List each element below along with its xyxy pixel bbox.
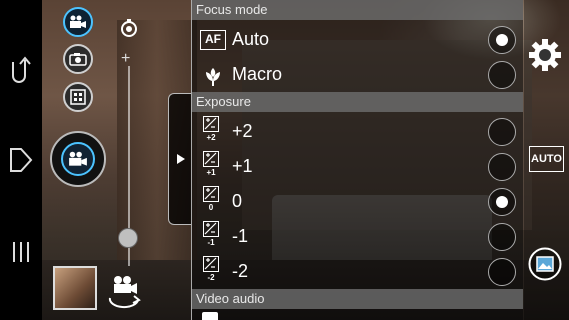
switch-camera-icon[interactable]: [106, 274, 146, 310]
navigation-bar: [0, 0, 42, 320]
radio-unselected[interactable]: [488, 61, 516, 89]
af-icon: AF: [200, 27, 226, 53]
panorama-mode-button[interactable]: [63, 82, 93, 112]
focus-option-label: Auto: [232, 29, 270, 49]
video-audio-option-icon: [202, 312, 218, 320]
exposure-option[interactable]: -1 -1: [192, 219, 523, 254]
panorama-icon: [70, 89, 86, 105]
video-camera-icon: [70, 15, 86, 28]
exposure-option[interactable]: +1 +1: [192, 149, 523, 184]
exposure-option-label: 0: [232, 191, 243, 211]
exposure-option-label: +2: [232, 121, 253, 141]
radio-unselected[interactable]: [488, 258, 516, 286]
exposure-option-label: -2: [232, 261, 249, 281]
exposure-icon: 0: [201, 186, 225, 216]
shutter-icon: [61, 142, 95, 176]
exposure-option-label: +1: [232, 156, 253, 176]
radio-unselected[interactable]: [488, 223, 516, 251]
radio-unselected[interactable]: [488, 118, 516, 146]
exposure-icon: +2: [201, 116, 225, 146]
zoom-slider-handle[interactable]: [118, 228, 138, 248]
timer-icon[interactable]: [119, 18, 139, 38]
radio-unselected[interactable]: [488, 153, 516, 181]
gallery-icon[interactable]: [528, 247, 562, 281]
radio-selected[interactable]: [488, 26, 516, 54]
settings-gear-icon[interactable]: [528, 38, 562, 72]
exposure-icon: -2: [201, 256, 225, 286]
macro-flower-icon: [206, 68, 220, 86]
focus-option-label: Macro: [232, 64, 283, 84]
home-icon[interactable]: [7, 143, 35, 177]
focus-option-auto[interactable]: AF Auto: [192, 22, 523, 57]
exposure-option-label: -1: [232, 226, 249, 246]
video-audio-header: Video audio: [192, 289, 523, 309]
back-icon[interactable]: [7, 52, 35, 86]
exposure-icon: +1: [201, 151, 225, 181]
photo-camera-icon: [69, 53, 87, 66]
panel-collapse-tab[interactable]: [168, 93, 192, 225]
recent-apps-icon[interactable]: [7, 234, 35, 268]
exposure-option[interactable]: -2 -2: [192, 254, 523, 289]
shutter-button[interactable]: [50, 131, 106, 187]
camera-settings-panel[interactable]: Focus mode AF Auto Macro Exposure +2 +2 …: [191, 0, 523, 320]
photo-mode-button[interactable]: [63, 44, 93, 74]
panel-expand-arrow-icon: [176, 154, 185, 164]
focus-option-macro[interactable]: Macro: [192, 57, 523, 92]
focus-mode-header: Focus mode: [192, 0, 523, 20]
radio-selected[interactable]: [488, 188, 516, 216]
exposure-header: Exposure: [192, 92, 523, 112]
video-mode-button[interactable]: [63, 7, 93, 37]
exposure-option[interactable]: +2 +2: [192, 114, 523, 149]
exposure-option[interactable]: 0 0: [192, 184, 523, 219]
last-capture-thumbnail[interactable]: [53, 266, 97, 310]
scene-mode-badge[interactable]: AUTO: [529, 146, 564, 172]
exposure-icon: -1: [201, 221, 225, 251]
